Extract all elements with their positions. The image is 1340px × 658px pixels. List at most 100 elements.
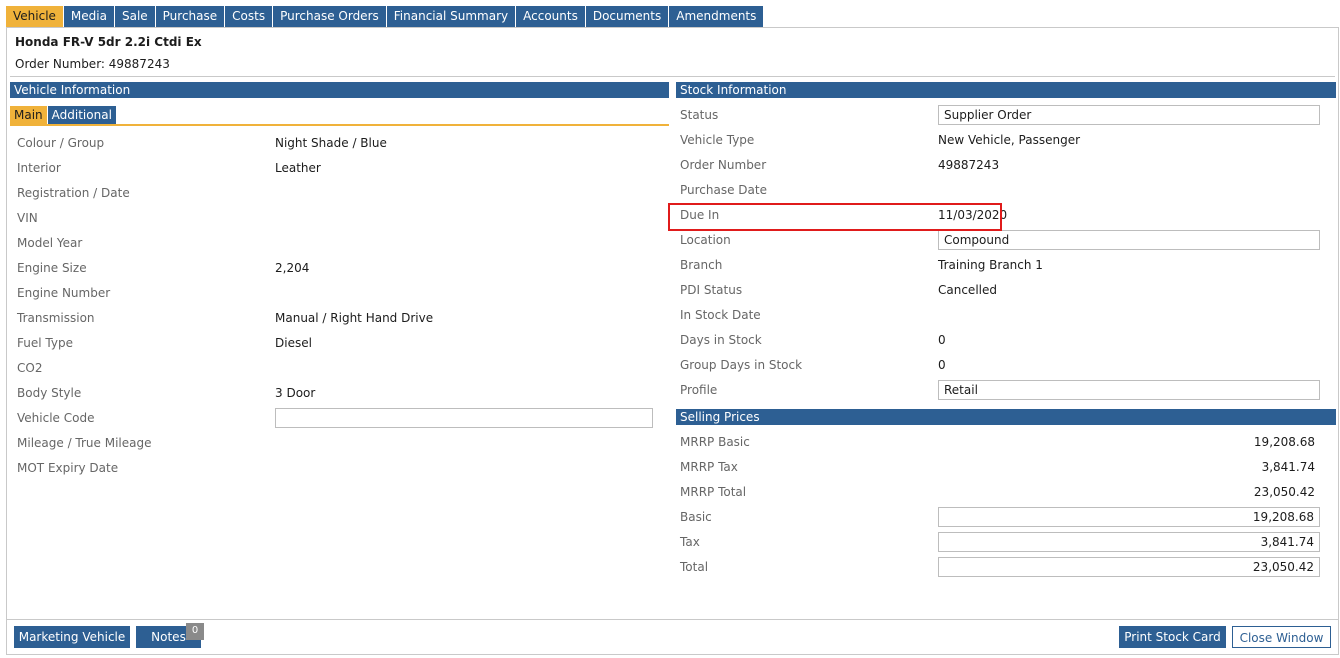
field-colour-group: Colour / Group Night Shade / Blue: [7, 131, 672, 156]
field-label: Engine Size: [17, 261, 87, 275]
field-value: Night Shade / Blue: [275, 136, 387, 150]
field-value: New Vehicle, Passenger: [938, 133, 1081, 147]
field-label: Group Days in Stock: [680, 358, 803, 372]
vehicle-panel: Honda FR-V 5dr 2.2i Ctdi Ex Order Number…: [6, 27, 1339, 655]
field-label: Total: [680, 560, 709, 574]
location-select[interactable]: Compound: [938, 230, 1320, 250]
vehicle-info-subtabs: Main Additional: [10, 106, 669, 126]
field-status: Status Supplier Order: [673, 103, 1333, 128]
field-label: In Stock Date: [680, 308, 761, 322]
header-divider: [10, 76, 1335, 77]
field-value: Diesel: [275, 336, 312, 350]
field-value: 0: [938, 333, 946, 347]
field-transmission: Transmission Manual / Right Hand Drive: [7, 306, 672, 331]
field-vehicle-type: Vehicle Type New Vehicle, Passenger: [673, 128, 1333, 153]
tab-sale[interactable]: Sale: [114, 6, 156, 27]
field-order-number: Order Number 49887243: [673, 153, 1333, 178]
field-mot-expiry: MOT Expiry Date: [7, 456, 672, 481]
field-total: Total 23,050.42: [673, 555, 1333, 580]
field-days-in-stock: Days in Stock 0: [673, 328, 1333, 353]
field-registration-date: Registration / Date: [7, 181, 672, 206]
field-engine-number: Engine Number: [7, 281, 672, 306]
vehicle-info-header: Vehicle Information: [10, 82, 669, 98]
basic-price-input[interactable]: 19,208.68: [938, 507, 1320, 527]
stock-info-header: Stock Information: [676, 82, 1336, 98]
subtab-main[interactable]: Main: [10, 106, 47, 124]
due-in-highlight: [668, 203, 1002, 231]
field-value: Cancelled: [938, 283, 997, 297]
field-value: Training Branch 1: [938, 258, 1043, 272]
field-value: Manual / Right Hand Drive: [275, 311, 434, 325]
field-mrrp-total: MRRP Total 23,050.42: [673, 480, 1333, 505]
tab-vehicle[interactable]: Vehicle: [6, 6, 64, 27]
field-mileage: Mileage / True Mileage: [7, 431, 672, 456]
field-group-days-in-stock: Group Days in Stock 0: [673, 353, 1333, 378]
tab-accounts[interactable]: Accounts: [516, 6, 586, 27]
field-label: Location: [680, 233, 731, 247]
status-select[interactable]: Supplier Order: [938, 105, 1320, 125]
tax-price-input[interactable]: 3,841.74: [938, 532, 1320, 552]
notes-count-badge: 0: [186, 623, 204, 640]
field-label: CO2: [17, 361, 43, 375]
field-label: Days in Stock: [680, 333, 762, 347]
field-basic: Basic 19,208.68: [673, 505, 1333, 530]
field-model-year: Model Year: [7, 231, 672, 256]
field-profile: Profile Retail: [673, 378, 1333, 403]
tab-financial-summary[interactable]: Financial Summary: [386, 6, 517, 27]
field-label: Model Year: [17, 236, 83, 250]
field-purchase-date: Purchase Date: [673, 178, 1333, 203]
field-tax: Tax 3,841.74: [673, 530, 1333, 555]
field-mrrp-tax: MRRP Tax 3,841.74: [673, 455, 1333, 480]
field-value: Leather: [275, 161, 321, 175]
order-number-line: Order Number: 49887243: [15, 57, 170, 71]
field-label: PDI Status: [680, 283, 743, 297]
footer-divider: [7, 619, 1338, 620]
field-value: 23,050.42: [1253, 485, 1315, 499]
field-label: MRRP Basic: [680, 435, 750, 449]
field-label: Purchase Date: [680, 183, 767, 197]
field-value: 49887243: [938, 158, 1000, 172]
tab-purchase-orders[interactable]: Purchase Orders: [273, 6, 387, 27]
close-window-button[interactable]: Close Window: [1232, 626, 1331, 648]
field-label: VIN: [17, 211, 38, 225]
field-label: Engine Number: [17, 286, 111, 300]
vehicle-title: Honda FR-V 5dr 2.2i Ctdi Ex: [15, 35, 202, 49]
field-engine-size: Engine Size 2,204: [7, 256, 672, 281]
tab-costs[interactable]: Costs: [225, 6, 274, 27]
field-label: Vehicle Type: [680, 133, 755, 147]
field-label: Profile: [680, 383, 718, 397]
field-value: 0: [938, 358, 946, 372]
marketing-vehicle-button[interactable]: Marketing Vehicle: [14, 626, 130, 648]
field-co2: CO2: [7, 356, 672, 381]
field-label: Basic: [680, 510, 712, 524]
field-value: 3,841.74: [1261, 460, 1315, 474]
field-mrrp-basic: MRRP Basic 19,208.68: [673, 430, 1333, 455]
field-body-style: Body Style 3 Door: [7, 381, 672, 406]
field-label: Colour / Group: [17, 136, 105, 150]
field-vin: VIN: [7, 206, 672, 231]
tab-media[interactable]: Media: [63, 6, 115, 27]
field-label: Status: [680, 108, 719, 122]
vehicle-code-input[interactable]: [275, 408, 653, 428]
total-price-input[interactable]: 23,050.42: [938, 557, 1320, 577]
field-label: MOT Expiry Date: [17, 461, 119, 475]
profile-select[interactable]: Retail: [938, 380, 1320, 400]
field-label: Transmission: [17, 311, 95, 325]
tab-amendments[interactable]: Amendments: [669, 6, 765, 27]
field-location: Location Compound: [673, 228, 1333, 253]
field-value: 19,208.68: [1253, 435, 1315, 449]
field-value: 3 Door: [275, 386, 316, 400]
field-in-stock-date: In Stock Date: [673, 303, 1333, 328]
tab-purchase[interactable]: Purchase: [155, 6, 226, 27]
field-label: Mileage / True Mileage: [17, 436, 152, 450]
field-vehicle-code: Vehicle Code: [7, 406, 672, 431]
main-tab-strip: Vehicle Media Sale Purchase Costs Purcha…: [6, 6, 765, 27]
field-fuel-type: Fuel Type Diesel: [7, 331, 672, 356]
tab-documents[interactable]: Documents: [585, 6, 670, 27]
field-label: Interior: [17, 161, 61, 175]
print-stock-card-button[interactable]: Print Stock Card: [1119, 626, 1226, 648]
field-branch: Branch Training Branch 1: [673, 253, 1333, 278]
field-label: Tax: [680, 535, 700, 549]
field-label: Registration / Date: [17, 186, 130, 200]
subtab-additional[interactable]: Additional: [47, 106, 116, 124]
